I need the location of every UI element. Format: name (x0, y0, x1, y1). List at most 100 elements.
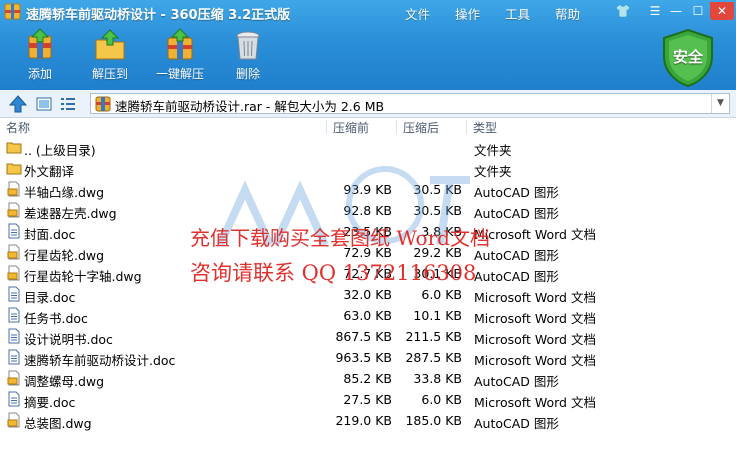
file-row[interactable]: 目录.doc 32.0 KB 6.0 KB Microsoft Word 文档 (0, 284, 736, 305)
extract-folder-icon (95, 29, 125, 60)
add-button[interactable]: 添加 (20, 28, 60, 82)
file-type: AutoCAD 图形 (474, 248, 559, 263)
file-size-after: 30.5 KB (413, 203, 462, 218)
dwg-file-icon (6, 244, 22, 260)
file-size-before: 27.5 KB (343, 392, 392, 407)
file-size-after: 6.0 KB (421, 287, 462, 302)
file-size-before: 963.5 KB (335, 350, 392, 365)
file-size-after: 6.0 KB (421, 392, 462, 407)
file-type: Microsoft Word 文档 (474, 311, 596, 326)
one-click-extract-label: 一键解压 (155, 67, 204, 81)
file-type: Microsoft Word 文档 (474, 395, 596, 410)
column-divider (396, 120, 397, 134)
file-row[interactable]: .. (上级目录) 文件夹 (0, 137, 736, 158)
file-name: 总装图.dwg (24, 416, 92, 431)
file-name: 半轴凸缘.dwg (24, 185, 105, 200)
file-size-after: 30.5 KB (413, 182, 462, 197)
file-type: 文件夹 (474, 143, 512, 158)
main-menu-button[interactable]: ☰ (645, 2, 665, 20)
file-size-before: 72.7 KB (343, 266, 392, 281)
file-type: AutoCAD 图形 (474, 206, 559, 221)
menu-file[interactable]: 文件 (405, 4, 430, 23)
dwg-file-icon (6, 181, 22, 197)
file-name: 行星齿轮.dwg (24, 248, 105, 263)
file-type: Microsoft Word 文档 (474, 332, 596, 347)
file-name: 速腾轿车前驱动桥设计.doc (24, 353, 176, 368)
file-name: 目录.doc (24, 290, 76, 305)
delete-button[interactable]: 删除 (228, 28, 268, 82)
dwg-file-icon (6, 202, 22, 218)
menu-tools[interactable]: 工具 (505, 4, 530, 23)
delete-label: 删除 (235, 67, 260, 81)
trash-icon (236, 31, 260, 60)
file-type: AutoCAD 图形 (474, 185, 559, 200)
column-divider (466, 120, 467, 134)
safety-label: 安全 (672, 48, 703, 66)
file-row[interactable]: 行星齿轮.dwg 72.9 KB 29.2 KB AutoCAD 图形 (0, 242, 736, 263)
column-header-packed[interactable]: 压缩后 (403, 119, 439, 136)
file-size-after: 30.1 KB (413, 266, 462, 281)
path-field[interactable]: 速腾轿车前驱动桥设计.rar - 解包大小为 2.6 MB ▼ (90, 93, 730, 114)
chevron-down-icon[interactable]: ▼ (711, 94, 729, 113)
file-type: Microsoft Word 文档 (474, 227, 596, 242)
close-button[interactable]: ✕ (710, 2, 734, 20)
one-click-extract-icon (167, 28, 193, 60)
file-size-after: 287.5 KB (405, 350, 462, 365)
tile-view-icon[interactable] (36, 96, 52, 112)
column-header-name[interactable]: 名称 (6, 119, 30, 136)
file-row[interactable]: 外文翻译 文件夹 (0, 158, 736, 179)
doc-file-icon (6, 391, 22, 407)
dwg-file-icon (6, 370, 22, 386)
file-row[interactable]: 总装图.dwg 219.0 KB 185.0 KB AutoCAD 图形 (0, 410, 736, 431)
file-size-before: 219.0 KB (335, 413, 392, 428)
file-row[interactable]: 封面.doc 23.5 KB 3.8 KB Microsoft Word 文档 (0, 221, 736, 242)
file-name: 行星齿轮十字轴.dwg (24, 269, 142, 284)
safety-shield-button[interactable]: 安全 (660, 28, 716, 88)
app-logo-icon (4, 3, 21, 20)
add-archive-icon (28, 28, 52, 59)
file-name: 任务书.doc (24, 311, 88, 326)
file-size-after: 3.8 KB (421, 224, 462, 239)
file-row[interactable]: 差速器左壳.dwg 92.8 KB 30.5 KB AutoCAD 图形 (0, 200, 736, 221)
file-row[interactable]: 行星齿轮十字轴.dwg 72.7 KB 30.1 KB AutoCAD 图形 (0, 263, 736, 284)
file-row[interactable]: 摘要.doc 27.5 KB 6.0 KB Microsoft Word 文档 (0, 389, 736, 410)
file-row[interactable]: 速腾轿车前驱动桥设计.doc 963.5 KB 287.5 KB Microsoft … (0, 347, 736, 368)
one-click-extract-button[interactable]: 一键解压 (152, 28, 208, 82)
file-size-before: 63.0 KB (343, 308, 392, 323)
maximize-button[interactable]: ☐ (688, 2, 708, 20)
file-row[interactable]: 调整螺母.dwg 85.2 KB 33.8 KB AutoCAD 图形 (0, 368, 736, 389)
file-row[interactable]: 设计说明书.doc 867.5 KB 211.5 KB Microsoft Word … (0, 326, 736, 347)
column-divider (326, 120, 327, 134)
file-type: Microsoft Word 文档 (474, 353, 596, 368)
file-size-after: 33.8 KB (413, 371, 462, 386)
rar-archive-icon (95, 96, 111, 112)
menu-operations[interactable]: 操作 (455, 4, 480, 23)
list-view-icon[interactable] (60, 96, 76, 112)
file-name: 摘要.doc (24, 395, 76, 410)
file-size-before: 92.8 KB (343, 203, 392, 218)
file-size-after: 29.2 KB (413, 245, 462, 260)
extract-to-label: 解压到 (91, 67, 128, 81)
archive-path-text: 速腾轿车前驱动桥设计.rar - 解包大小为 2.6 MB (115, 99, 385, 114)
menu-help[interactable]: 帮助 (555, 4, 580, 23)
column-header-row: 名称 压缩前 压缩后 类型 (0, 118, 736, 136)
file-size-before: 867.5 KB (335, 329, 392, 344)
skin-icon[interactable]: 👕 (613, 2, 633, 20)
column-header-compressed[interactable]: 压缩前 (333, 119, 369, 136)
file-type: Microsoft Word 文档 (474, 290, 596, 305)
up-arrow-icon[interactable] (8, 94, 28, 114)
dwg-file-icon (6, 412, 22, 428)
minimize-button[interactable]: — (666, 2, 686, 20)
file-size-before: 93.9 KB (343, 182, 392, 197)
file-row[interactable]: 任务书.doc 63.0 KB 10.1 KB Microsoft Word 文档 (0, 305, 736, 326)
file-name: .. (上级目录) (24, 143, 96, 158)
file-row[interactable]: 半轴凸缘.dwg 93.9 KB 30.5 KB AutoCAD 图形 (0, 179, 736, 200)
file-name: 调整螺母.dwg (24, 374, 105, 389)
file-size-before: 85.2 KB (343, 371, 392, 386)
file-type: AutoCAD 图形 (474, 416, 559, 431)
dwg-file-icon (6, 265, 22, 281)
column-header-type[interactable]: 类型 (473, 119, 497, 136)
file-type: AutoCAD 图形 (474, 374, 559, 389)
extract-to-button[interactable]: 解压到 (86, 28, 134, 82)
file-name: 外文翻译 (24, 164, 75, 179)
